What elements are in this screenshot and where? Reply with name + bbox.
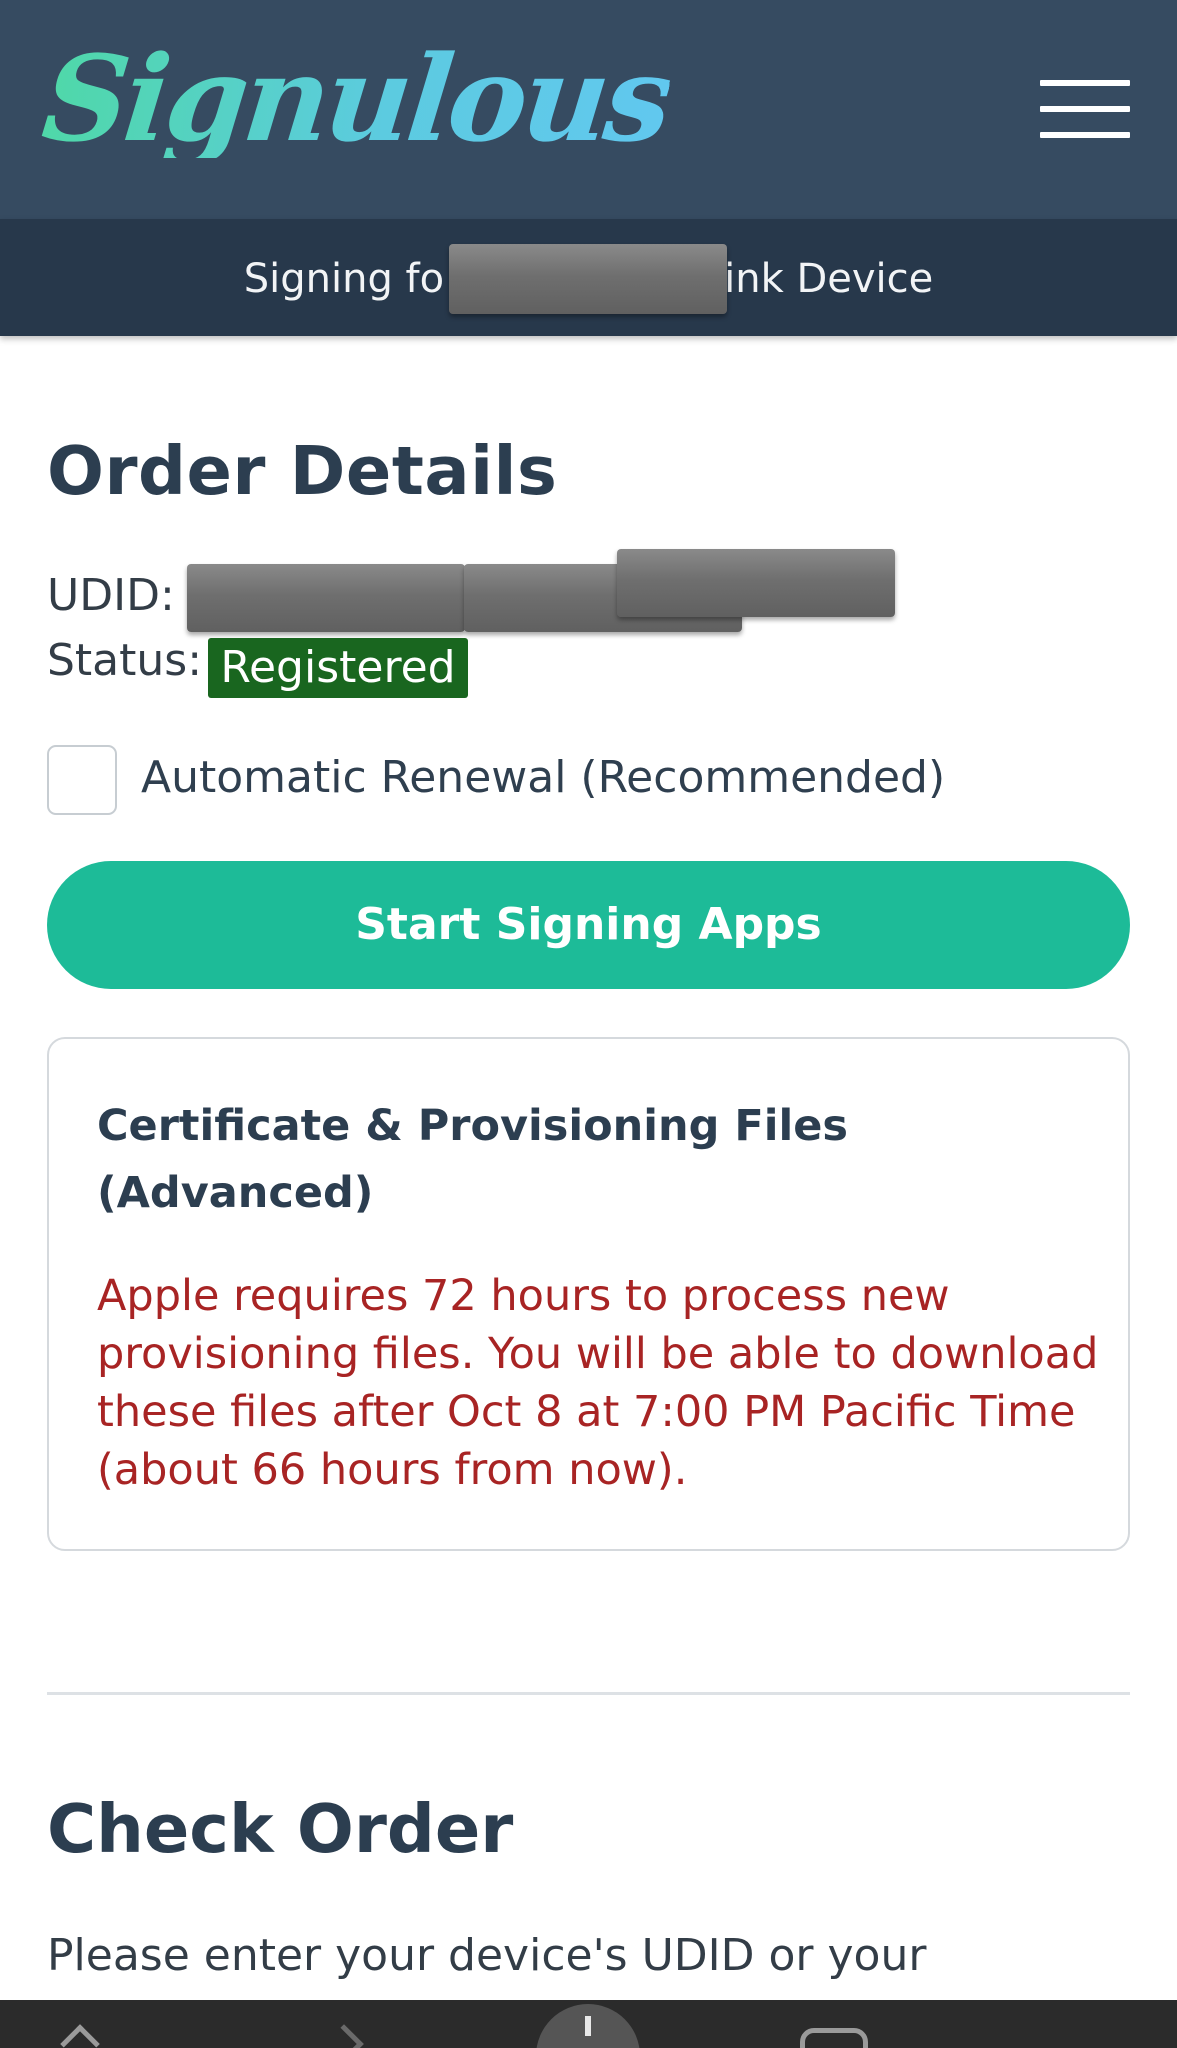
order-details-heading: Order Details (47, 432, 558, 510)
signing-device-bar: Signing fo ink Device (0, 219, 1177, 336)
automatic-renewal-checkbox[interactable] (47, 745, 117, 815)
menu-line (1040, 80, 1130, 86)
udid-redaction (617, 549, 895, 617)
status-badge: Registered (208, 638, 468, 698)
udid-label: UDID: (47, 570, 175, 621)
certificate-card-title: Certificate & Provisioning Files (Advanc… (97, 1101, 848, 1218)
udid-redaction (187, 564, 465, 632)
logo[interactable]: Signulous (37, 29, 676, 168)
check-order-instructions: Please enter your device's UDID or your (47, 1930, 927, 1981)
menu-line (1040, 132, 1130, 138)
menu-line (1040, 106, 1130, 112)
check-order-heading: Check Order (47, 1790, 514, 1868)
certificate-card: Certificate & Provisioning Files (Advanc… (47, 1037, 1130, 1551)
status-label: Status: (47, 635, 203, 686)
hamburger-menu-icon[interactable] (1040, 80, 1130, 138)
tabs-icon[interactable] (800, 2028, 868, 2048)
signing-text-right: ink Device (724, 256, 934, 302)
provisioning-warning-text: Apple requires 72 hours to process new p… (97, 1271, 1099, 1495)
site-header: Signulous (0, 0, 1177, 219)
redaction-box (449, 244, 727, 314)
section-divider (47, 1692, 1130, 1695)
automatic-renewal-label[interactable]: Automatic Renewal (Recommended) (141, 752, 945, 803)
signing-text-left: Signing fo (243, 256, 445, 302)
start-signing-apps-button[interactable]: Start Signing Apps (47, 861, 1130, 989)
page: Signulous Signing fo ink Device Order Det… (0, 0, 1177, 2048)
